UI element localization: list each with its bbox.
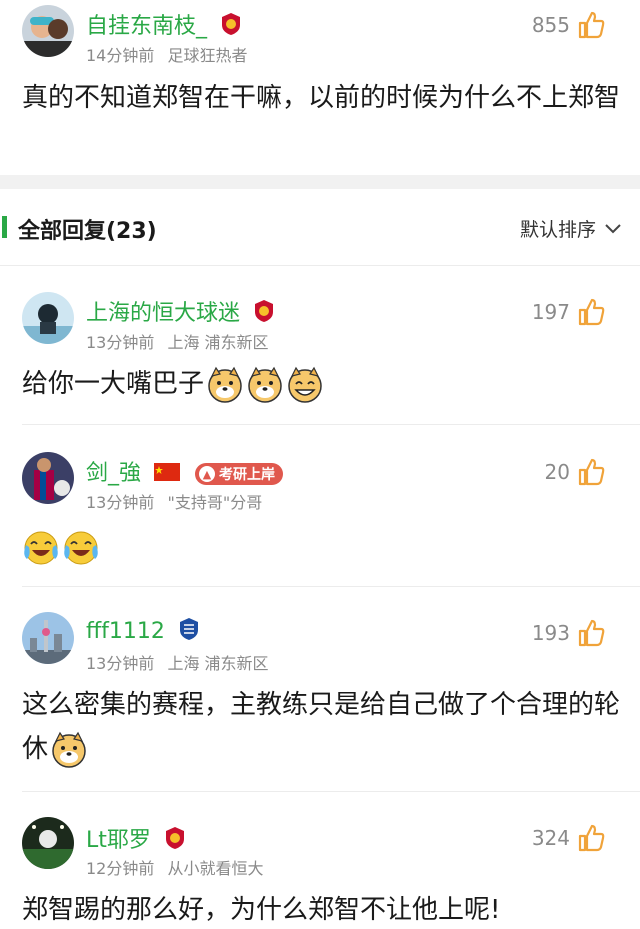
sort-label: 默认排序 xyxy=(519,219,596,241)
like-button[interactable]: 193 xyxy=(532,618,606,648)
doge-emoji-icon xyxy=(50,731,88,769)
comment-meta: 13分钟前 上海 浦东新区 xyxy=(86,650,269,674)
timestamp: 14分钟前 xyxy=(86,46,155,65)
like-button[interactable]: 855 xyxy=(532,10,606,40)
timestamp: 13分钟前 xyxy=(86,333,155,352)
thumbs-up-icon xyxy=(576,457,606,487)
comment-text: 郑智踢的那么好，为什么郑智不让他上呢! xyxy=(22,895,501,925)
team-badge-icon xyxy=(253,299,275,329)
section-accent-bar xyxy=(2,216,7,238)
section-gap xyxy=(0,175,640,189)
sort-dropdown[interactable]: 默认排序 xyxy=(520,215,622,242)
like-count: 324 xyxy=(531,826,570,850)
thumbs-up-icon xyxy=(576,297,606,327)
username[interactable]: Lt耶罗 xyxy=(86,822,186,856)
location: "支持哥"分哥 xyxy=(167,493,263,512)
user-badge: 足球狂热者 xyxy=(167,46,248,65)
team-badge-icon xyxy=(220,12,242,42)
comment-text xyxy=(22,525,622,569)
like-button[interactable]: 20 xyxy=(545,457,606,487)
avatar[interactable] xyxy=(22,817,74,869)
thumbs-up-icon xyxy=(576,10,606,40)
username[interactable]: 剑_強 ▲ 考研上岸 xyxy=(86,455,284,487)
crying-laugh-emoji-icon xyxy=(22,529,60,567)
comment-meta: 14分钟前 足球狂热者 xyxy=(86,42,247,66)
comment-meta: 12分钟前 从小就看恒大 xyxy=(86,855,263,879)
comment-meta: 13分钟前 上海 浦东新区 xyxy=(86,329,269,353)
location: 上海 浦东新区 xyxy=(167,333,269,352)
reply-item: 上海的恒大球迷 13分钟前 上海 浦东新区 197 给你一大嘴巴子 xyxy=(0,266,640,424)
timestamp: 13分钟前 xyxy=(86,654,155,673)
graduation-cap-icon: ▲ xyxy=(199,466,216,482)
thumbs-up-icon xyxy=(576,618,606,648)
like-count: 197 xyxy=(531,300,570,324)
like-count: 193 xyxy=(531,621,570,645)
like-count: 855 xyxy=(531,13,570,37)
team-badge-icon xyxy=(164,826,186,856)
avatar[interactable] xyxy=(22,612,74,664)
timestamp: 13分钟前 xyxy=(86,493,155,512)
replies-title: 全部回复(23) xyxy=(18,219,157,244)
like-count: 20 xyxy=(544,460,570,484)
like-button[interactable]: 197 xyxy=(532,297,606,327)
location: 上海 浦东新区 xyxy=(167,654,269,673)
comment-text: 这么密集的赛程，主教练只是给自己做了个合理的轮休 xyxy=(22,683,622,771)
like-button[interactable]: 324 xyxy=(532,823,606,853)
comment-meta: 13分钟前 "支持哥"分哥 xyxy=(86,489,262,513)
replies-header: 全部回复(23) 默认排序 xyxy=(0,189,640,265)
username[interactable]: fff1112 xyxy=(86,617,200,647)
comment-text: 给你一大嘴巴子 xyxy=(22,362,622,406)
location: 从小就看恒大 xyxy=(167,859,264,878)
team-badge-icon xyxy=(178,617,200,647)
avatar[interactable] xyxy=(22,452,74,504)
avatar[interactable] xyxy=(22,5,74,57)
comment-text: 真的不知道郑智在干嘛，以前的时候为什么不上郑智 xyxy=(22,83,621,113)
china-flag-icon xyxy=(154,462,181,487)
doge-emoji-icon xyxy=(246,366,284,404)
doge-laugh-emoji-icon xyxy=(286,366,324,404)
user-tag: ▲ 考研上岸 xyxy=(195,463,284,485)
crying-laugh-emoji-icon xyxy=(62,529,100,567)
reply-item: Lt耶罗 12分钟前 从小就看恒大 324 郑智踢的那么好，为什么郑智不让他上呢… xyxy=(0,792,640,929)
doge-emoji-icon xyxy=(206,366,244,404)
username[interactable]: 上海的恒大球迷 xyxy=(86,295,275,329)
avatar[interactable] xyxy=(22,292,74,344)
username[interactable]: 自挂东南枝_ xyxy=(86,8,242,42)
chevron-down-icon xyxy=(596,218,622,240)
reply-item: fff1112 13分钟前 上海 浦东新区 193 这么密集的赛程，主教练只是给… xyxy=(0,587,640,791)
reply-item: 剑_強 ▲ 考研上岸 13分钟前 "支持哥"分哥 20 xyxy=(0,425,640,586)
timestamp: 12分钟前 xyxy=(86,859,155,878)
thumbs-up-icon xyxy=(576,823,606,853)
top-comment: 自挂东南枝_ 14分钟前 足球狂热者 855 真的不知道郑智在干嘛，以前的时候为… xyxy=(0,0,640,175)
